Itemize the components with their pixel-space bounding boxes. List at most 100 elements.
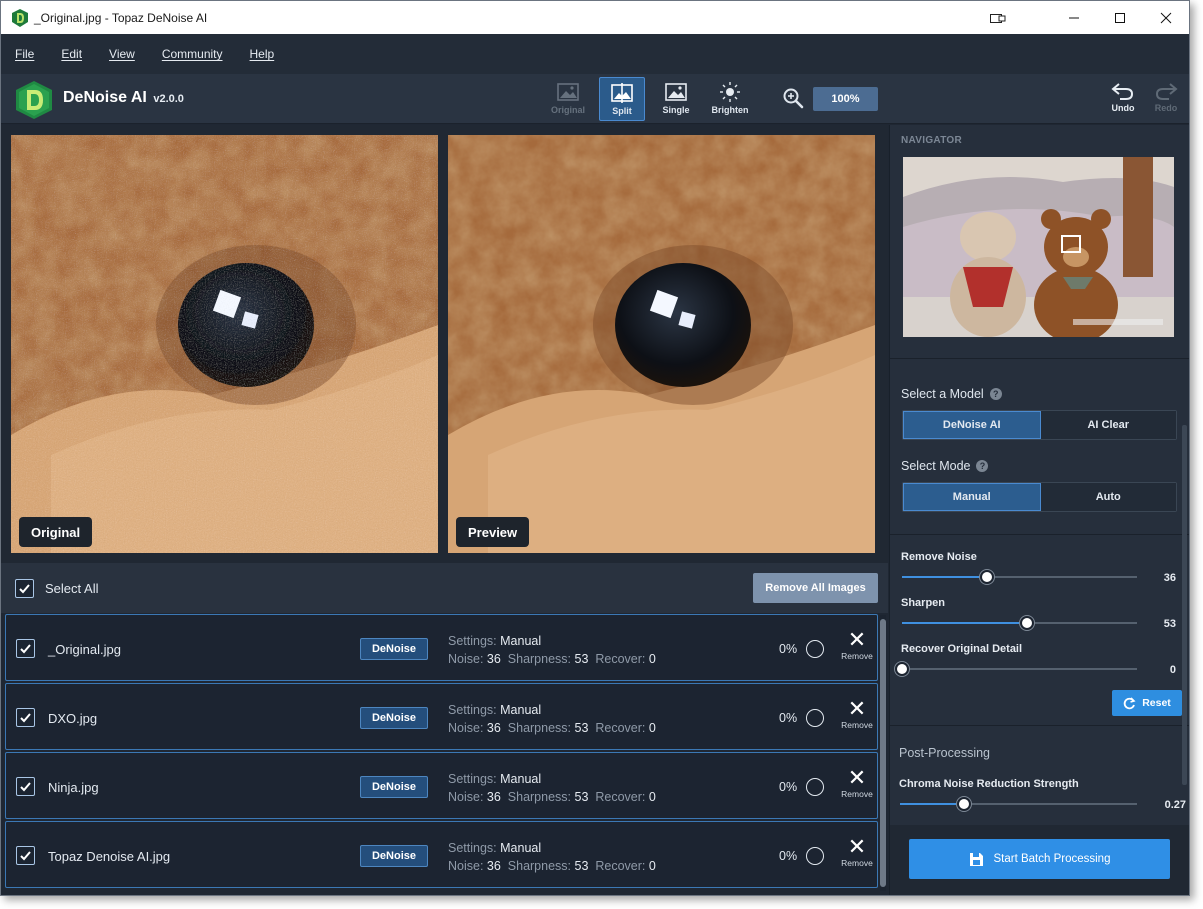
window-title: _Original.jpg - Topaz DeNoise AI bbox=[34, 10, 208, 25]
mode-manual-button[interactable]: Manual bbox=[903, 483, 1041, 511]
redo-button[interactable]: Redo bbox=[1149, 81, 1183, 119]
noise-value: 36 bbox=[486, 790, 501, 804]
remove-all-images-button[interactable]: Remove All Images bbox=[753, 573, 878, 603]
slider-knob[interactable] bbox=[956, 797, 971, 811]
recover-label: Recover: bbox=[595, 859, 646, 873]
restore-icon[interactable] bbox=[975, 1, 1021, 34]
view-split-button[interactable]: Split bbox=[599, 77, 645, 121]
panel-scrollbar[interactable] bbox=[1182, 425, 1187, 785]
recover-value: 0 bbox=[648, 721, 656, 735]
remove-label: Remove bbox=[841, 858, 873, 868]
view-brighten-label: Brighten bbox=[711, 105, 749, 115]
checkmark-icon bbox=[19, 584, 30, 594]
denoise-tag: DeNoise bbox=[360, 638, 428, 660]
progress-percent: 0% bbox=[779, 711, 798, 725]
model-ai-clear-button[interactable]: AI Clear bbox=[1040, 411, 1176, 439]
noise-label: Noise: bbox=[448, 790, 484, 804]
menu-edit[interactable]: Edit bbox=[61, 47, 82, 61]
original-image-panel[interactable]: Original bbox=[11, 135, 438, 553]
slider-knob[interactable] bbox=[979, 570, 994, 584]
denoise-logo-icon bbox=[16, 81, 52, 119]
sharpen-slider[interactable] bbox=[902, 616, 1137, 630]
remove-label: Remove bbox=[841, 720, 873, 730]
model-label-text: Select a Model bbox=[901, 387, 984, 401]
help-icon[interactable]: ? bbox=[976, 460, 989, 472]
settings-label: Settings: bbox=[448, 703, 497, 717]
recover-value: 0 bbox=[648, 790, 656, 804]
zoom-icon[interactable] bbox=[782, 87, 804, 109]
undo-label: Undo bbox=[1111, 103, 1135, 113]
slider-knob[interactable] bbox=[1019, 616, 1034, 630]
menu-view[interactable]: View bbox=[109, 47, 135, 61]
batch-row[interactable]: Topaz Denoise AI.jpg DeNoise Settings: M… bbox=[5, 821, 878, 888]
remove-button[interactable]: ✕ Remove bbox=[836, 765, 878, 800]
menu-community[interactable]: Community bbox=[162, 47, 223, 61]
row-checkbox[interactable] bbox=[16, 708, 35, 727]
close-icon: ✕ bbox=[847, 696, 867, 721]
recover-detail-slider[interactable] bbox=[895, 662, 1137, 676]
navigator-thumbnail[interactable] bbox=[903, 157, 1174, 337]
row-settings: Settings: Manual Noise: 36 Sharpness: 53… bbox=[448, 632, 656, 668]
start-batch-processing-button[interactable]: Start Batch Processing bbox=[909, 839, 1170, 879]
row-settings: Settings: Manual Noise: 36 Sharpness: 53… bbox=[448, 770, 656, 806]
recover-detail-value: 0 bbox=[1169, 664, 1176, 676]
select-all-label[interactable]: Select All bbox=[45, 581, 98, 596]
menu-help[interactable]: Help bbox=[250, 47, 275, 61]
batch-row[interactable]: DXO.jpg DeNoise Settings: Manual Noise: … bbox=[5, 683, 878, 750]
undo-button[interactable]: Undo bbox=[1106, 81, 1140, 119]
close-icon: ✕ bbox=[847, 765, 867, 790]
close-button[interactable] bbox=[1143, 1, 1189, 34]
batch-row[interactable]: _Original.jpg DeNoise Settings: Manual N… bbox=[5, 614, 878, 681]
denoise-tag: DeNoise bbox=[360, 845, 428, 867]
slider-knob[interactable] bbox=[895, 662, 909, 676]
mode-selector: Manual Auto bbox=[902, 482, 1177, 512]
zoom-level[interactable]: 100% bbox=[813, 87, 878, 111]
settings-label: Settings: bbox=[448, 634, 497, 648]
sharpness-value: 53 bbox=[574, 859, 589, 873]
help-icon[interactable]: ? bbox=[989, 388, 1002, 400]
preview-image-panel[interactable]: Preview bbox=[448, 135, 875, 553]
row-checkbox[interactable] bbox=[16, 777, 35, 796]
remove-button[interactable]: ✕ Remove bbox=[836, 836, 878, 869]
settings-value: Manual bbox=[500, 772, 542, 786]
noise-value: 36 bbox=[486, 859, 501, 873]
remove-button[interactable]: ✕ Remove bbox=[836, 696, 878, 731]
select-all-checkbox[interactable] bbox=[15, 579, 34, 598]
row-checkbox[interactable] bbox=[16, 639, 35, 658]
settings-value: Manual bbox=[500, 703, 542, 717]
slider-fill bbox=[900, 803, 964, 805]
remove-noise-slider[interactable] bbox=[902, 570, 1137, 584]
minimize-button[interactable] bbox=[1051, 1, 1097, 34]
row-settings: Settings: Manual Noise: 36 Sharpness: 53… bbox=[448, 839, 656, 875]
batch-scrollbar-thumb[interactable] bbox=[880, 619, 886, 887]
batch-scrollbar[interactable] bbox=[880, 615, 886, 891]
chroma-label: Chroma Noise Reduction Strength bbox=[899, 778, 1079, 790]
sharpness-label: Sharpness: bbox=[507, 790, 572, 804]
reset-icon bbox=[1123, 696, 1136, 709]
view-single-button[interactable]: Single bbox=[653, 77, 699, 121]
mode-auto-button[interactable]: Auto bbox=[1040, 483, 1176, 511]
progress-percent: 0% bbox=[779, 849, 798, 863]
noise-label: Noise: bbox=[448, 859, 484, 873]
view-brighten-button[interactable]: Brighten bbox=[707, 77, 753, 121]
close-icon: ✕ bbox=[847, 627, 867, 652]
app-window: _Original.jpg - Topaz DeNoise AI File Ed… bbox=[0, 0, 1190, 896]
checkmark-icon bbox=[20, 782, 31, 792]
menu-file[interactable]: File bbox=[15, 47, 34, 61]
maximize-button[interactable] bbox=[1097, 1, 1143, 34]
recover-label: Recover: bbox=[595, 790, 646, 804]
mode-label: Select Mode? bbox=[901, 459, 989, 473]
batch-list: _Original.jpg DeNoise Settings: Manual N… bbox=[5, 614, 878, 890]
app-name-text: DeNoise AI bbox=[63, 89, 147, 106]
reset-button[interactable]: Reset bbox=[1112, 690, 1182, 716]
model-denoise-ai-button[interactable]: DeNoise AI bbox=[903, 411, 1041, 439]
view-original-button[interactable]: Original bbox=[545, 77, 591, 121]
original-photo bbox=[11, 135, 438, 553]
recover-value: 0 bbox=[648, 859, 656, 873]
row-checkbox[interactable] bbox=[16, 846, 35, 865]
remove-button[interactable]: ✕ Remove bbox=[836, 627, 878, 662]
recover-label: Recover: bbox=[595, 721, 646, 735]
chroma-slider[interactable] bbox=[900, 797, 1137, 811]
file-name: DXO.jpg bbox=[48, 711, 98, 726]
batch-row[interactable]: Ninja.jpg DeNoise Settings: Manual Noise… bbox=[5, 752, 878, 819]
